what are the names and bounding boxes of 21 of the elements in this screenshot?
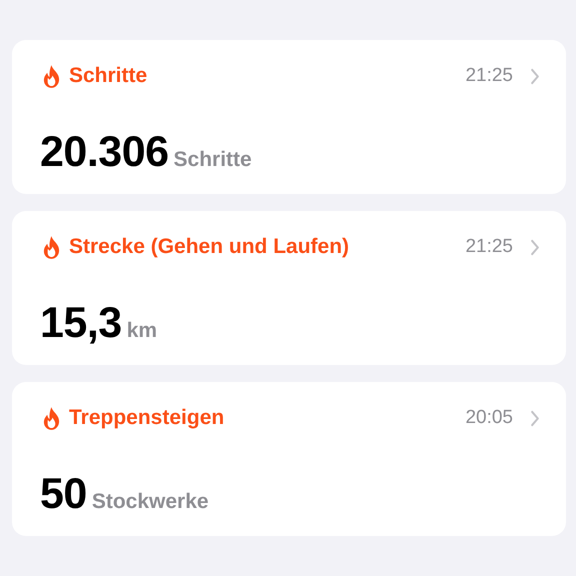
card-title: Treppensteigen — [69, 406, 226, 430]
metric-card[interactable]: Strecke (Gehen und Laufen) 21:25 15,3 km — [12, 211, 566, 365]
time-label: 20:05 — [465, 407, 513, 429]
metric-value: 15,3 — [40, 299, 122, 348]
metric-card[interactable]: Schritte 21:25 20.306 Schritte — [12, 40, 566, 194]
metric-unit: Schritte — [174, 148, 252, 172]
metric-value: 20.306 — [40, 128, 169, 177]
metric-value: 50 — [40, 470, 87, 519]
metric-card[interactable]: Treppensteigen 20:05 50 Stockwerke — [12, 382, 566, 536]
metric-unit: Stockwerke — [92, 490, 209, 514]
chevron-icon — [530, 68, 540, 84]
card-title: Strecke (Gehen und Laufen) — [69, 235, 350, 259]
chevron-icon — [530, 410, 540, 426]
time-label: 21:25 — [465, 65, 513, 87]
time-label: 21:25 — [465, 236, 513, 258]
flame-icon — [42, 236, 61, 258]
card-title: Schritte — [69, 64, 148, 88]
flame-icon — [42, 406, 61, 430]
flame-icon — [42, 64, 61, 88]
metric-unit: km — [126, 319, 158, 343]
chevron-icon — [530, 238, 540, 256]
